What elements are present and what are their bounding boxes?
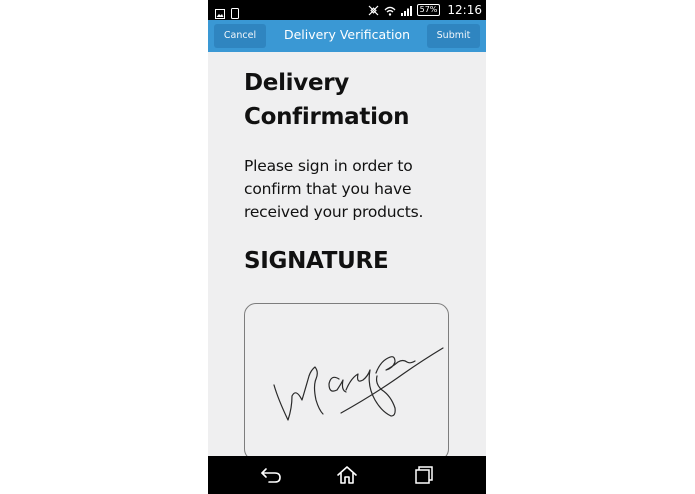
page-title: Delivery Verification <box>283 27 411 42</box>
confirmation-heading: Delivery Confirmation <box>244 70 410 130</box>
battery-indicator: 57% <box>416 4 441 16</box>
app-header: Cancel Delivery Verification Submit <box>208 20 486 52</box>
cancel-button[interactable]: Cancel <box>214 24 266 48</box>
nfc-icon <box>368 1 379 20</box>
status-bar: 57% 12:16 <box>208 0 486 20</box>
status-clock: 12:16 <box>447 3 482 17</box>
signature-heading: SIGNATURE <box>244 248 389 274</box>
cell-signal-icon <box>400 1 412 20</box>
signature-drawing <box>273 347 444 421</box>
home-icon[interactable] <box>336 465 358 489</box>
instructions-text: Please sign in order to confirm that you… <box>244 157 424 221</box>
wifi-icon <box>384 1 396 20</box>
recent-apps-icon[interactable] <box>414 465 434 489</box>
back-icon[interactable] <box>260 465 282 489</box>
navigation-bar <box>208 456 486 494</box>
submit-button[interactable]: Submit <box>427 24 480 48</box>
system-icons: 57% 12:16 <box>368 0 482 20</box>
phone-screen: 57% 12:16 Cancel Delivery Verification S… <box>208 0 486 494</box>
signature-pad[interactable] <box>244 303 449 461</box>
